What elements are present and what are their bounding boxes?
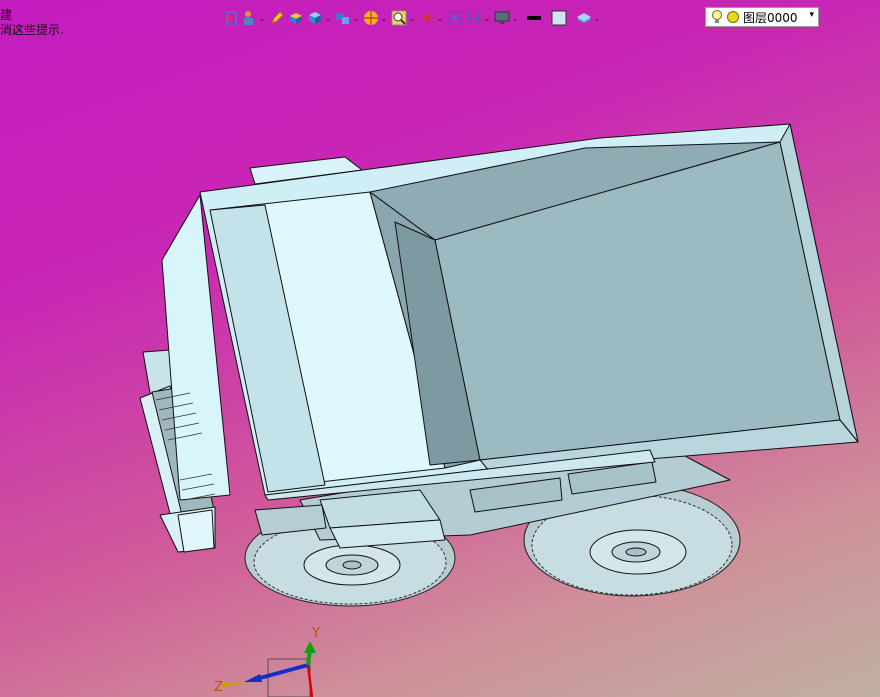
extrude-box-icon <box>290 13 302 24</box>
chevron-down-icon[interactable]: ⌄ <box>258 14 266 23</box>
toolbar-fill-color[interactable] <box>551 7 567 29</box>
sketch-icon <box>224 11 237 25</box>
chevron-down-icon[interactable]: ⌄ <box>352 14 360 23</box>
toolbar-zoom[interactable]: ⌄ <box>391 7 416 29</box>
zoom-fit-icon <box>391 10 407 26</box>
layer-visible-icon <box>727 11 739 23</box>
toolbar-view-orient[interactable] <box>447 7 463 29</box>
graphics-viewport[interactable]: 建 消这些提示. ⌄ ⌄ ⌄ ⌄ ⌄ ⌄ ⌄ ⌄ ⌄ 图层0000 ▾ Y Z <box>0 0 880 697</box>
layer-manage-icon <box>577 13 591 23</box>
person-component-icon <box>244 11 253 25</box>
axis-label-z: Z <box>214 680 223 695</box>
assembly-cubes-icon <box>336 13 349 24</box>
solid-cube-icon <box>309 12 321 24</box>
toolbar-sketch[interactable] <box>222 7 238 29</box>
chevron-down-icon[interactable]: ⌄ <box>324 14 332 23</box>
chevron-down-icon[interactable]: ⌄ <box>436 14 444 23</box>
chevron-down-icon[interactable]: ⌄ <box>593 14 601 23</box>
view-orient-icon <box>448 11 462 25</box>
display-monitor-icon <box>494 11 510 24</box>
toolbar-assembly[interactable]: ⌄ <box>335 7 360 29</box>
chevron-down-icon[interactable]: ▾ <box>809 10 814 20</box>
toolbar-pencil[interactable] <box>269 7 285 29</box>
truck-model[interactable] <box>0 0 880 697</box>
fill-color-icon <box>551 10 567 26</box>
axis-label-y: Y <box>311 626 320 641</box>
toolbar-layer-manage[interactable]: ⌄ <box>576 7 601 29</box>
toolbar-color[interactable]: ⌄ <box>363 7 388 29</box>
toolbar-section[interactable]: ⌄ <box>466 7 491 29</box>
chevron-down-icon[interactable]: ⌄ <box>511 14 519 23</box>
chevron-down-icon[interactable]: ⌄ <box>408 14 416 23</box>
layer-label: 图层0000 <box>743 10 798 25</box>
snap-point-icon <box>421 12 433 24</box>
line-color-icon <box>527 16 541 20</box>
toolbar-display[interactable]: ⌄ <box>494 7 519 29</box>
pencil-icon <box>271 11 284 24</box>
toolbar-snap[interactable]: ⌄ <box>419 7 444 29</box>
section-view-icon <box>468 12 480 24</box>
chevron-down-icon[interactable]: ⌄ <box>380 14 388 23</box>
toolbar-extrude[interactable] <box>288 7 304 29</box>
coordinate-triad: Y Z <box>214 626 320 697</box>
lightbulb-icon <box>712 10 722 23</box>
chevron-down-icon[interactable]: ⌄ <box>483 14 491 23</box>
layer-select[interactable]: 图层0000 ▾ <box>705 7 819 27</box>
toolbar-line-color[interactable] <box>526 7 542 29</box>
toolbar-solid[interactable]: ⌄ <box>307 7 332 29</box>
toolbar-component[interactable]: ⌄ <box>241 7 266 29</box>
top-toolbar: ⌄ ⌄ ⌄ ⌄ ⌄ ⌄ ⌄ ⌄ ⌄ <box>222 6 601 30</box>
color-wheel-icon <box>364 11 378 25</box>
